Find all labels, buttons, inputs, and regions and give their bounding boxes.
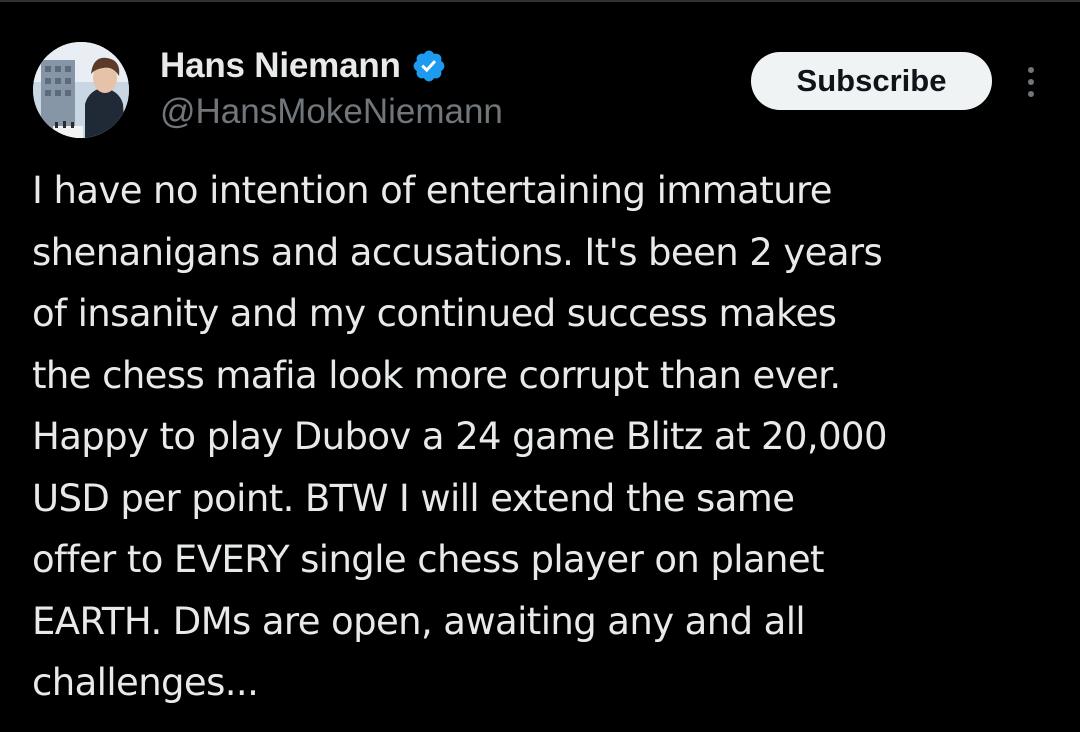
verified-badge-icon[interactable] (411, 48, 447, 84)
tweet-text: I have no intention of entertaining imma… (32, 160, 1062, 714)
author-handle[interactable]: @HansMokeNiemann (160, 92, 503, 132)
author-display-name[interactable]: Hans Niemann (160, 46, 401, 86)
more-options-icon[interactable] (1016, 62, 1046, 102)
tweet: Hans Niemann @HansMokeNiemann Subscribe … (0, 0, 1080, 732)
tweet-text-line: the chess mafia look more corrupt than e… (32, 353, 841, 397)
tweet-text-line: shenanigans and accusations. It's been 2… (32, 230, 883, 274)
tweet-text-line: offer to EVERY single chess player on pl… (32, 538, 825, 581)
tweet-text-line: challenges... (32, 661, 259, 704)
tweet-text-line: of insanity and my continued success mak… (32, 292, 837, 335)
subscribe-button[interactable]: Subscribe (751, 52, 992, 110)
avatar[interactable] (33, 42, 129, 138)
more-dot (1028, 67, 1034, 73)
tweet-text-line: I have no intention of entertaining imma… (32, 169, 833, 212)
tweet-text-line: USD per point. BTW I will extend the sam… (32, 476, 795, 520)
tweet-text-line: Happy to play Dubov a 24 game Blitz at 2… (32, 415, 888, 458)
tweet-text-line: EARTH. DMs are open, awaiting any and al… (32, 599, 806, 643)
author-name-row: Hans Niemann (160, 44, 447, 88)
more-dot (1028, 79, 1034, 85)
more-dot (1028, 91, 1034, 97)
